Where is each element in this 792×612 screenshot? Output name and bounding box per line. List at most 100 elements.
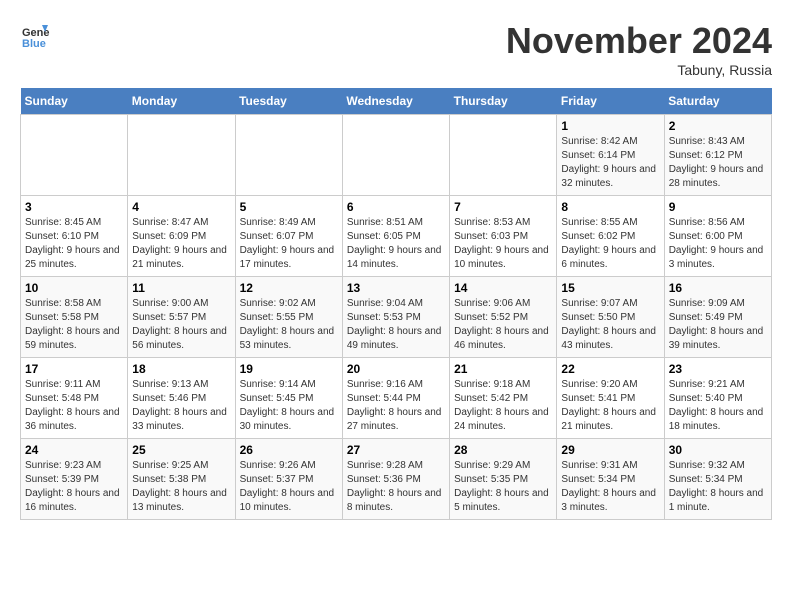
day-number: 14 (454, 281, 552, 295)
day-info: Sunrise: 9:29 AM Sunset: 5:35 PM Dayligh… (454, 459, 552, 515)
calendar-cell: 4 Sunrise: 8:47 AM Sunset: 6:09 PM Daylig… (128, 196, 235, 277)
day-number: 22 (561, 362, 659, 376)
day-number: 12 (240, 281, 338, 295)
day-info: Sunrise: 9:00 AM Sunset: 5:57 PM Dayligh… (132, 297, 230, 353)
weekday-row: SundayMondayTuesdayWednesdayThursdayFrid… (21, 88, 772, 115)
day-info: Sunrise: 9:07 AM Sunset: 5:50 PM Dayligh… (561, 297, 659, 353)
calendar-cell: 17Sunrise: 9:11 AM Sunset: 5:48 PM Dayli… (21, 358, 128, 439)
day-info: Sunrise: 9:13 AM Sunset: 5:46 PM Dayligh… (132, 378, 230, 434)
svg-text:Blue: Blue (22, 38, 46, 50)
day-info: Sunrise: 9:25 AM Sunset: 5:38 PM Dayligh… (132, 459, 230, 515)
calendar-week-row: 24Sunrise: 9:23 AM Sunset: 5:39 PM Dayli… (21, 439, 772, 520)
calendar-cell: 28 Sunrise: 9:29 AM Sunset: 5:35 PM Dayli… (450, 439, 557, 520)
day-info: Sunrise: 9:26 AM Sunset: 5:37 PM Dayligh… (240, 459, 338, 515)
day-number: 30 (669, 443, 767, 457)
day-number: 16 (669, 281, 767, 295)
day-info: Sunrise: 8:55 AM Sunset: 6:02 PM Dayligh… (561, 216, 659, 272)
day-number: 17 (25, 362, 123, 376)
day-number: 10 (25, 281, 123, 295)
day-info: Sunrise: 9:16 AM Sunset: 5:44 PM Dayligh… (347, 378, 445, 434)
calendar-cell: 11 Sunrise: 9:00 AM Sunset: 5:57 PM Dayli… (128, 277, 235, 358)
calendar-cell: 13Sunrise: 9:04 AM Sunset: 5:53 PM Dayli… (342, 277, 449, 358)
calendar-cell: 24Sunrise: 9:23 AM Sunset: 5:39 PM Dayli… (21, 439, 128, 520)
day-info: Sunrise: 9:09 AM Sunset: 5:49 PM Dayligh… (669, 297, 767, 353)
calendar-cell: 15 Sunrise: 9:07 AM Sunset: 5:50 PM Dayli… (557, 277, 664, 358)
day-number: 26 (240, 443, 338, 457)
day-info: Sunrise: 8:43 AM Sunset: 6:12 PM Dayligh… (669, 135, 767, 191)
calendar-cell: 27 Sunrise: 9:28 AM Sunset: 5:36 PM Dayli… (342, 439, 449, 520)
day-number: 3 (25, 200, 123, 214)
weekday-header: Sunday (21, 88, 128, 115)
day-number: 28 (454, 443, 552, 457)
day-number: 21 (454, 362, 552, 376)
day-number: 15 (561, 281, 659, 295)
day-info: Sunrise: 9:18 AM Sunset: 5:42 PM Dayligh… (454, 378, 552, 434)
calendar-cell (21, 115, 128, 196)
calendar-cell: 29 Sunrise: 9:31 AM Sunset: 5:34 PM Dayli… (557, 439, 664, 520)
day-number: 27 (347, 443, 445, 457)
logo-icon: General Blue (20, 20, 50, 50)
calendar-week-row: 17Sunrise: 9:11 AM Sunset: 5:48 PM Dayli… (21, 358, 772, 439)
day-number: 29 (561, 443, 659, 457)
day-info: Sunrise: 9:28 AM Sunset: 5:36 PM Dayligh… (347, 459, 445, 515)
title-block: November 2024 Tabuny, Russia (506, 20, 772, 78)
calendar-header: SundayMondayTuesdayWednesdayThursdayFrid… (21, 88, 772, 115)
calendar-cell: 14 Sunrise: 9:06 AM Sunset: 5:52 PM Dayli… (450, 277, 557, 358)
weekday-header: Friday (557, 88, 664, 115)
day-number: 1 (561, 119, 659, 133)
day-info: Sunrise: 9:21 AM Sunset: 5:40 PM Dayligh… (669, 378, 767, 434)
calendar-cell: 26 Sunrise: 9:26 AM Sunset: 5:37 PM Dayli… (235, 439, 342, 520)
calendar-week-row: 10 Sunrise: 8:58 AM Sunset: 5:58 PM Dayli… (21, 277, 772, 358)
day-number: 23 (669, 362, 767, 376)
day-number: 24 (25, 443, 123, 457)
day-info: Sunrise: 8:49 AM Sunset: 6:07 PM Dayligh… (240, 216, 338, 272)
calendar-cell: 6 Sunrise: 8:51 AM Sunset: 6:05 PM Daylig… (342, 196, 449, 277)
day-info: Sunrise: 8:51 AM Sunset: 6:05 PM Dayligh… (347, 216, 445, 272)
day-number: 7 (454, 200, 552, 214)
calendar-cell: 21 Sunrise: 9:18 AM Sunset: 5:42 PM Dayli… (450, 358, 557, 439)
calendar-cell: 22 Sunrise: 9:20 AM Sunset: 5:41 PM Dayli… (557, 358, 664, 439)
day-info: Sunrise: 9:20 AM Sunset: 5:41 PM Dayligh… (561, 378, 659, 434)
day-info: Sunrise: 8:47 AM Sunset: 6:09 PM Dayligh… (132, 216, 230, 272)
day-number: 6 (347, 200, 445, 214)
calendar-cell: 30Sunrise: 9:32 AM Sunset: 5:34 PM Dayli… (664, 439, 771, 520)
day-info: Sunrise: 9:14 AM Sunset: 5:45 PM Dayligh… (240, 378, 338, 434)
calendar-cell (235, 115, 342, 196)
weekday-header: Tuesday (235, 88, 342, 115)
day-info: Sunrise: 8:42 AM Sunset: 6:14 PM Dayligh… (561, 135, 659, 191)
day-info: Sunrise: 8:53 AM Sunset: 6:03 PM Dayligh… (454, 216, 552, 272)
calendar-cell: 7 Sunrise: 8:53 AM Sunset: 6:03 PM Daylig… (450, 196, 557, 277)
day-number: 19 (240, 362, 338, 376)
calendar-table: SundayMondayTuesdayWednesdayThursdayFrid… (20, 88, 772, 520)
day-number: 20 (347, 362, 445, 376)
day-number: 18 (132, 362, 230, 376)
calendar-cell (342, 115, 449, 196)
day-info: Sunrise: 9:31 AM Sunset: 5:34 PM Dayligh… (561, 459, 659, 515)
calendar-cell: 18 Sunrise: 9:13 AM Sunset: 5:46 PM Dayli… (128, 358, 235, 439)
day-number: 11 (132, 281, 230, 295)
calendar-cell (128, 115, 235, 196)
calendar-cell: 20 Sunrise: 9:16 AM Sunset: 5:44 PM Dayli… (342, 358, 449, 439)
calendar-cell: 3Sunrise: 8:45 AM Sunset: 6:10 PM Daylig… (21, 196, 128, 277)
calendar-cell: 23 Sunrise: 9:21 AM Sunset: 5:40 PM Dayli… (664, 358, 771, 439)
calendar-cell: 8 Sunrise: 8:55 AM Sunset: 6:02 PM Daylig… (557, 196, 664, 277)
weekday-header: Wednesday (342, 88, 449, 115)
day-number: 2 (669, 119, 767, 133)
calendar-cell: 25 Sunrise: 9:25 AM Sunset: 5:38 PM Dayli… (128, 439, 235, 520)
day-info: Sunrise: 9:06 AM Sunset: 5:52 PM Dayligh… (454, 297, 552, 353)
calendar-cell (450, 115, 557, 196)
day-info: Sunrise: 8:58 AM Sunset: 5:58 PM Dayligh… (25, 297, 123, 353)
calendar-cell: 19 Sunrise: 9:14 AM Sunset: 5:45 PM Dayli… (235, 358, 342, 439)
calendar-cell: 16 Sunrise: 9:09 AM Sunset: 5:49 PM Dayli… (664, 277, 771, 358)
day-info: Sunrise: 9:02 AM Sunset: 5:55 PM Dayligh… (240, 297, 338, 353)
calendar-cell: 12 Sunrise: 9:02 AM Sunset: 5:55 PM Dayli… (235, 277, 342, 358)
day-number: 4 (132, 200, 230, 214)
calendar-cell: 10 Sunrise: 8:58 AM Sunset: 5:58 PM Dayli… (21, 277, 128, 358)
day-number: 25 (132, 443, 230, 457)
page-header: General Blue November 2024 Tabuny, Russi… (20, 20, 772, 78)
day-number: 8 (561, 200, 659, 214)
day-number: 9 (669, 200, 767, 214)
calendar-cell: 1 Sunrise: 8:42 AM Sunset: 6:14 PM Daylig… (557, 115, 664, 196)
day-number: 5 (240, 200, 338, 214)
calendar-week-row: 3Sunrise: 8:45 AM Sunset: 6:10 PM Daylig… (21, 196, 772, 277)
